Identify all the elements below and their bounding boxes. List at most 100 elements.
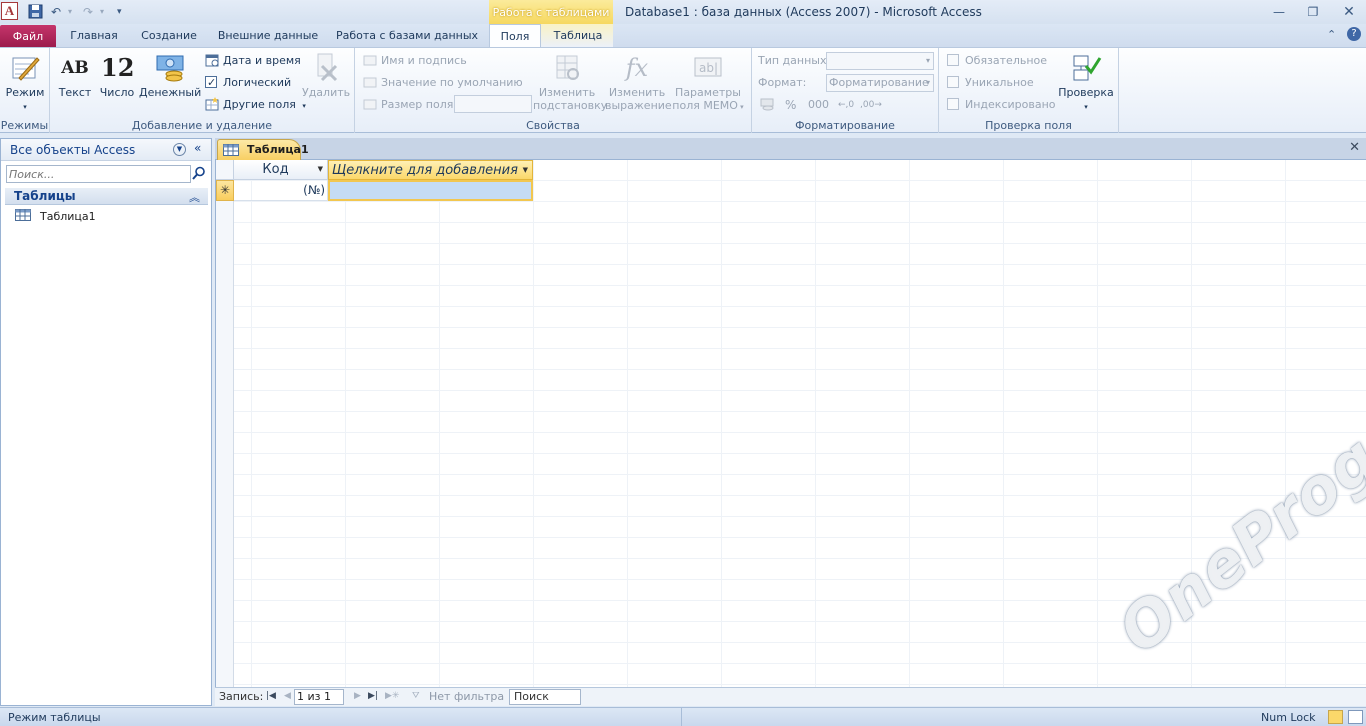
- memo-settings-button[interactable]: ab| Параметры поля МЕМО ▾: [671, 52, 745, 112]
- validation-check-icon: [1073, 55, 1102, 81]
- column-header-click-to-add[interactable]: Щелкните для добавления ▼: [328, 160, 533, 180]
- group-add-delete-label: Добавление и удаление: [131, 119, 273, 132]
- increase-decimals-icon[interactable]: ←,0: [838, 96, 854, 114]
- close-document-icon[interactable]: ✕: [1349, 140, 1360, 155]
- new-record-selector[interactable]: ✳: [216, 180, 234, 201]
- document-tabs: Таблица1 ✕: [215, 138, 1366, 160]
- filter-funnel-icon[interactable]: ⛛: [412, 691, 420, 701]
- data-type-dropdown-icon: ▾: [925, 56, 930, 65]
- redo-dropdown-icon[interactable]: ▾: [100, 4, 104, 20]
- undo-dropdown-icon[interactable]: ▾: [68, 4, 72, 20]
- other-fields-dropdown-icon: ▾: [302, 102, 306, 110]
- format-select-value: Форматирование: [829, 76, 929, 89]
- close-window-icon[interactable]: ✕: [1336, 3, 1362, 21]
- nav-collapse-icon[interactable]: «: [194, 141, 201, 155]
- indexed-checkbox[interactable]: Индексировано: [947, 96, 1056, 114]
- currency-field-button[interactable]: Денежный: [139, 52, 201, 99]
- group-field-validation: Обязательное Уникальное Индексировано Пр…: [939, 48, 1119, 133]
- column-dropdown-icon[interactable]: ▼: [318, 160, 323, 179]
- save-icon[interactable]: [28, 4, 43, 20]
- design-view-shortcut-icon[interactable]: [1348, 710, 1363, 724]
- thousands-format-button[interactable]: 000: [808, 96, 829, 114]
- decrease-decimals-icon[interactable]: ,00→: [860, 96, 882, 114]
- text-field-button[interactable]: AB Текст: [56, 52, 94, 99]
- next-record-icon[interactable]: ▶: [354, 691, 361, 701]
- validation-button[interactable]: Проверка ▾: [1057, 52, 1115, 112]
- field-size-button[interactable]: Размер поля: [363, 96, 453, 114]
- name-caption-button[interactable]: Имя и подпись: [363, 52, 467, 70]
- format-select[interactable]: Форматирование ▾: [826, 74, 934, 92]
- calendar-icon: [205, 54, 219, 67]
- nav-item-table1[interactable]: Таблица1: [15, 209, 96, 225]
- doc-tab-table1[interactable]: Таблица1: [217, 139, 309, 160]
- column-header-id[interactable]: Код ▼: [234, 160, 328, 180]
- previous-record-icon[interactable]: ◀: [284, 691, 291, 701]
- field-size-input[interactable]: [454, 95, 532, 113]
- datasheet-grid[interactable]: Код ▼ Щелкните для добавления ▼ ✳ (№): [215, 160, 1366, 687]
- unique-checkbox[interactable]: Уникальное: [947, 74, 1034, 92]
- status-separator: [681, 708, 682, 726]
- modify-lookups-button[interactable]: Изменить подстановку: [533, 52, 607, 112]
- first-record-icon[interactable]: |◀: [266, 691, 276, 701]
- view-mode-label: Режим: [5, 86, 45, 99]
- table-tools-context-header: Работа с таблицами: [489, 0, 613, 24]
- restore-icon[interactable]: ❐: [1300, 3, 1326, 21]
- memo-settings-label-1: Параметры: [675, 86, 741, 99]
- current-record-input[interactable]: 1 из 1: [294, 689, 344, 705]
- delete-field-button[interactable]: Удалить: [302, 52, 350, 99]
- nav-title[interactable]: Все объекты Access: [10, 143, 135, 157]
- tab-fields[interactable]: Поля: [489, 24, 541, 48]
- tab-table[interactable]: Таблица: [545, 24, 611, 47]
- name-caption-label: Имя и подпись: [381, 54, 467, 67]
- number-field-button[interactable]: 12 Число: [98, 52, 136, 99]
- title-bar: A ↶ ▾ ↷ ▾ ▾ Работа с таблицами Database1…: [0, 0, 1366, 25]
- record-nav-label: Запись:: [219, 690, 264, 703]
- new-record-icon[interactable]: ▶✳: [385, 691, 399, 701]
- group-modes-label: Режимы: [0, 119, 49, 132]
- datetime-field-button[interactable]: Дата и время: [205, 52, 301, 70]
- tab-home[interactable]: Главная: [62, 24, 126, 47]
- validation-dropdown-icon: ▾: [1084, 103, 1088, 111]
- last-record-icon[interactable]: ▶|: [368, 691, 378, 701]
- tab-database-tools[interactable]: Работа с базами данных: [332, 24, 482, 47]
- undo-icon[interactable]: ↶: [51, 4, 61, 20]
- tab-create[interactable]: Создание: [134, 24, 204, 47]
- search-icon[interactable]: [192, 166, 206, 180]
- number-field-label: Число: [99, 86, 135, 99]
- select-all-corner[interactable]: [216, 160, 234, 180]
- group-properties-label: Свойства: [526, 119, 580, 132]
- name-caption-icon: [363, 55, 377, 66]
- nav-menu-chevron-icon[interactable]: ▼: [173, 143, 186, 156]
- indexed-checkbox-box: [947, 98, 959, 110]
- modify-expression-button[interactable]: fx Изменить выражение: [605, 52, 672, 112]
- access-app-icon[interactable]: A: [1, 2, 18, 20]
- currency-format-button[interactable]: [760, 96, 778, 114]
- cell-id-new[interactable]: (№): [234, 180, 328, 201]
- datasheet-view-icon[interactable]: [1328, 710, 1343, 724]
- redo-icon[interactable]: ↷: [83, 4, 93, 20]
- record-search-input[interactable]: Поиск: [509, 689, 581, 705]
- tab-external-data[interactable]: Внешние данные: [212, 24, 324, 47]
- percent-format-button[interactable]: %: [785, 96, 796, 114]
- minimize-icon[interactable]: —: [1266, 3, 1292, 21]
- cell-add-new[interactable]: [328, 180, 533, 201]
- no-filter-button[interactable]: Нет фильтра: [429, 690, 504, 703]
- chevron-up-icon[interactable]: ︽: [189, 189, 200, 205]
- nav-search-input[interactable]: [6, 165, 191, 183]
- modify-lookups-icon: [556, 55, 579, 80]
- default-value-button[interactable]: Значение по умолчанию: [363, 74, 523, 92]
- view-mode-button[interactable]: Режим ▾: [3, 52, 47, 112]
- currency-icon: [156, 55, 184, 82]
- group-formatting: Тип данных: ▾ Формат: Форматирование ▾ % …: [752, 48, 939, 133]
- data-type-select[interactable]: ▾: [826, 52, 934, 70]
- ribbon: Режим ▾ Режимы AB Текст 12 Число Денежны…: [0, 47, 1366, 133]
- minimize-ribbon-icon[interactable]: ⌃: [1327, 28, 1336, 41]
- tab-file[interactable]: Файл: [0, 25, 56, 47]
- help-icon[interactable]: ?: [1347, 27, 1361, 41]
- logical-field-button[interactable]: Логический: [205, 74, 291, 92]
- nav-group-tables[interactable]: Таблицы ︽: [5, 188, 208, 205]
- required-checkbox[interactable]: Обязательное: [947, 52, 1047, 70]
- column-dropdown-icon[interactable]: ▼: [523, 161, 528, 180]
- customize-qat-icon[interactable]: ▾: [117, 4, 122, 20]
- other-fields-button[interactable]: Другие поля ▾: [205, 96, 306, 114]
